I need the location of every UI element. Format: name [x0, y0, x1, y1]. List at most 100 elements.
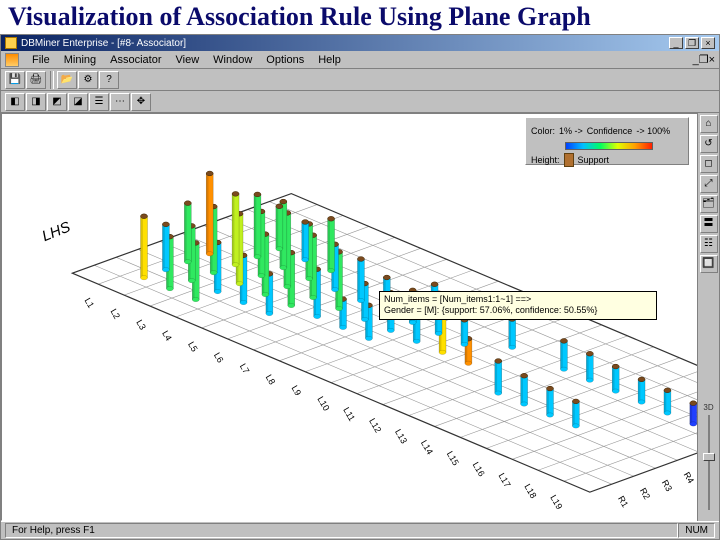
right-dock: ⌂ ↺ ◻ ⤢ 🗂 〓 ☷ 🔲 3D [697, 113, 719, 521]
bar[interactable] [560, 338, 567, 371]
app-window: DBMiner Enterprise - [#8- Associator] _ … [0, 34, 720, 540]
svg-text:LHS: LHS [40, 218, 73, 245]
dock-btn-4[interactable]: 🗂 [700, 195, 718, 213]
gradient-bar [565, 142, 653, 150]
support-swatch-icon [564, 153, 574, 167]
svg-text:L18: L18 [522, 482, 538, 500]
dock-btn-5[interactable]: 〓 [700, 215, 718, 233]
svg-text:L19: L19 [548, 493, 564, 511]
legend-color-label: Color: [531, 126, 555, 136]
bar[interactable] [276, 204, 283, 251]
svg-text:L3: L3 [134, 318, 148, 332]
bar[interactable] [184, 201, 191, 264]
menu-bar: FileMiningAssociatorViewWindowOptionsHel… [1, 51, 719, 69]
svg-text:L16: L16 [471, 460, 487, 478]
tool-1[interactable]: 🖨 [26, 71, 46, 89]
bar[interactable] [206, 171, 213, 256]
legend-height-prop: Support [578, 155, 610, 165]
svg-text:R2: R2 [638, 486, 652, 501]
child-close-button[interactable]: × [709, 54, 715, 66]
dock-btn-1[interactable]: ↺ [700, 135, 718, 153]
bar[interactable] [586, 351, 593, 382]
bar[interactable] [509, 317, 516, 350]
dock-btn-3[interactable]: ⤢ [700, 175, 718, 193]
svg-text:L5: L5 [186, 340, 200, 354]
svg-text:L12: L12 [367, 416, 383, 434]
tool-0[interactable]: 💾 [5, 71, 25, 89]
bar[interactable] [302, 220, 309, 262]
menu-help[interactable]: Help [311, 53, 348, 67]
dock-btn-7[interactable]: 🔲 [700, 255, 718, 273]
svg-text:R1: R1 [616, 494, 630, 509]
child-maximize-button[interactable]: ❐ [699, 53, 709, 66]
view-slider[interactable]: 3D [700, 403, 718, 513]
close-button[interactable]: × [701, 37, 715, 49]
document-icon [5, 53, 19, 67]
bar[interactable] [690, 401, 697, 426]
bar-tooltip: Num_items = [Num_items1:1~1] ==> Gender … [379, 291, 657, 320]
svg-text:L17: L17 [497, 471, 513, 489]
bar[interactable] [162, 222, 169, 272]
viewtool-0[interactable]: ◧ [5, 93, 25, 111]
menu-window[interactable]: Window [206, 53, 259, 67]
legend: Color: 1% -> Confidence -> 100% Height: … [525, 117, 689, 165]
maximize-button[interactable]: ❐ [685, 37, 699, 49]
svg-text:L6: L6 [212, 351, 226, 365]
slider-top-label: 3D [703, 403, 713, 412]
viewtool-5[interactable]: ⋯ [110, 93, 130, 111]
svg-text:L9: L9 [290, 384, 304, 398]
bar[interactable] [572, 399, 579, 428]
bar[interactable] [254, 192, 261, 259]
svg-text:L7: L7 [238, 362, 252, 376]
menu-options[interactable]: Options [259, 53, 311, 67]
minimize-button[interactable]: _ [669, 37, 683, 49]
dock-btn-2[interactable]: ◻ [700, 155, 718, 173]
slide-title: Visualization of Association Rule Using … [0, 0, 720, 33]
svg-text:L14: L14 [419, 438, 435, 456]
bar[interactable] [612, 364, 619, 393]
title-bar: DBMiner Enterprise - [#8- Associator] _ … [1, 35, 719, 51]
slider-thumb[interactable] [703, 453, 715, 461]
toolbar-view: ◧◨◩◪☰⋯✥ [1, 91, 719, 113]
viewtool-2[interactable]: ◩ [47, 93, 67, 111]
bar[interactable] [461, 317, 468, 346]
menu-file[interactable]: File [25, 53, 57, 67]
tool-3[interactable]: 📂 [57, 71, 77, 89]
bar[interactable] [547, 386, 554, 417]
menu-mining[interactable]: Mining [57, 53, 103, 67]
window-title: DBMiner Enterprise - [#8- Associator] [21, 38, 667, 49]
viewtool-6[interactable]: ✥ [131, 93, 151, 111]
svg-text:R3: R3 [660, 478, 674, 493]
tooltip-line2: Gender = [M]: {support: 57.06%, confiden… [384, 305, 652, 316]
svg-text:L1: L1 [83, 296, 97, 310]
viewtool-4[interactable]: ☰ [89, 93, 109, 111]
bar[interactable] [232, 191, 239, 266]
tooltip-line1: Num_items = [Num_items1:1~1] ==> [384, 294, 652, 305]
svg-text:L2: L2 [108, 307, 122, 321]
bar[interactable] [357, 257, 364, 303]
svg-text:R4: R4 [682, 470, 696, 485]
svg-text:L11: L11 [341, 406, 357, 423]
status-num: NUM [678, 523, 715, 538]
app-icon [5, 37, 17, 49]
svg-text:L10: L10 [315, 395, 331, 413]
svg-text:L4: L4 [160, 329, 174, 343]
bar[interactable] [141, 214, 148, 280]
legend-high-pct: -> 100% [636, 126, 670, 136]
legend-height-label: Height: [531, 155, 560, 165]
tool-4[interactable]: ⚙ [78, 71, 98, 89]
bar[interactable] [328, 216, 335, 273]
svg-text:L15: L15 [445, 449, 461, 467]
menu-associator[interactable]: Associator [103, 53, 168, 67]
dock-btn-0[interactable]: ⌂ [700, 115, 718, 133]
menu-view[interactable]: View [169, 53, 207, 67]
dock-btn-6[interactable]: ☷ [700, 235, 718, 253]
toolbar-main: 💾🖨 📂⚙? [1, 69, 719, 91]
bar[interactable] [495, 359, 502, 396]
viewtool-1[interactable]: ◨ [26, 93, 46, 111]
bar[interactable] [521, 373, 528, 406]
tool-5[interactable]: ? [99, 71, 119, 89]
bar[interactable] [638, 377, 645, 404]
bar[interactable] [664, 388, 671, 415]
viewtool-3[interactable]: ◪ [68, 93, 88, 111]
